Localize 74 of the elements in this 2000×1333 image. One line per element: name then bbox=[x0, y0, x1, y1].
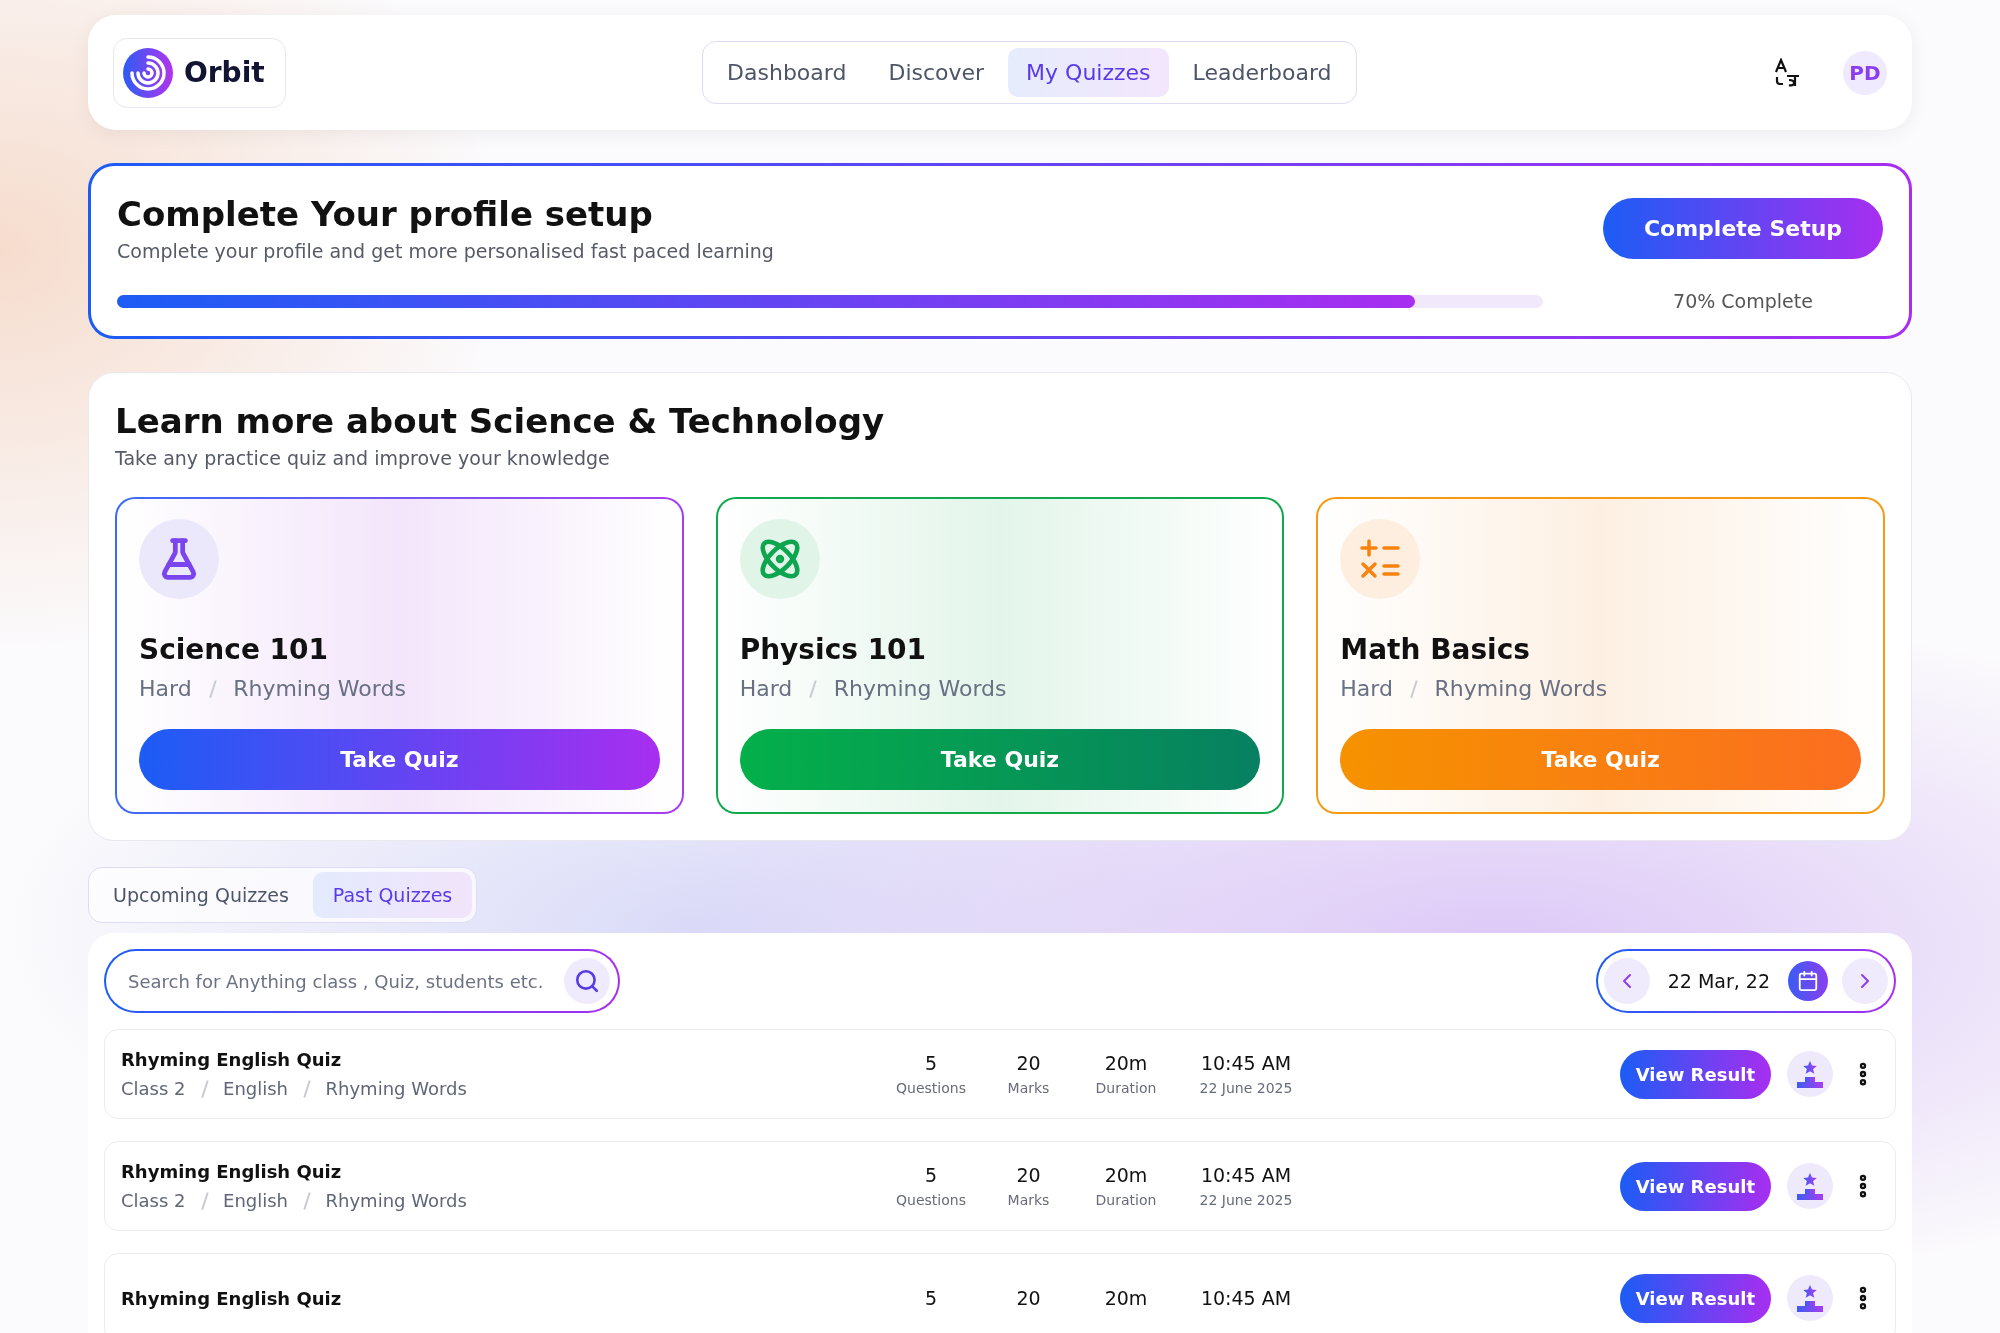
quiz-tab[interactable]: Past Quizzes bbox=[312, 872, 473, 918]
quiz-row-title: Rhyming English Quiz bbox=[121, 1049, 342, 1070]
stat-value: 5 bbox=[924, 1052, 938, 1074]
avatar[interactable]: PD bbox=[1843, 50, 1887, 95]
chevron-right-icon[interactable] bbox=[1842, 958, 1888, 1004]
stat-label: Duration bbox=[1095, 1192, 1157, 1208]
stat-value: 20 bbox=[1016, 1164, 1041, 1186]
stat-label: Questions bbox=[896, 1192, 966, 1208]
quiz-tab[interactable]: Upcoming Quizzes bbox=[93, 872, 309, 918]
difficulty-label: Hard bbox=[739, 676, 793, 701]
take-quiz-button[interactable]: Take Quiz bbox=[139, 729, 660, 790]
date-text: 22 Mar, 22 bbox=[1667, 970, 1770, 992]
quiz-row[interactable]: Rhyming English Quiz Class 2 English Rhyming Words 5 Questions 20 Marks 20m Duration 10:45 AM 22 June 2025 View Result bbox=[104, 1029, 1896, 1119]
logo[interactable]: Orbit bbox=[113, 37, 286, 108]
nav-tab[interactable]: Leaderboard bbox=[1174, 48, 1350, 97]
meta-label: Class 2 bbox=[121, 1078, 186, 1099]
stat-value: 20 bbox=[1016, 1287, 1041, 1309]
stat-value: 5 bbox=[924, 1164, 938, 1186]
leaderboard-button[interactable] bbox=[1787, 1275, 1833, 1321]
math-symbols-icon bbox=[1359, 538, 1402, 580]
podium-star-icon bbox=[1795, 1059, 1825, 1089]
meta-label: Class 2 bbox=[121, 1190, 186, 1211]
quiz-title: Physics 101 bbox=[739, 633, 928, 666]
nav-tab[interactable]: My Quizzes bbox=[1008, 48, 1169, 97]
stat-value: 10:45 AM bbox=[1200, 1287, 1292, 1309]
leaderboard-button[interactable] bbox=[1787, 1163, 1833, 1209]
stat-label: Questions bbox=[896, 1080, 966, 1096]
leaderboard-button[interactable] bbox=[1787, 1051, 1833, 1097]
stat-label: 22 June 2025 bbox=[1199, 1080, 1293, 1096]
topic-label: Rhyming Words bbox=[833, 676, 1007, 701]
stat-value: 20m bbox=[1104, 1052, 1148, 1074]
chevron-left-icon[interactable] bbox=[1603, 958, 1650, 1004]
stat-value: 5 bbox=[924, 1287, 938, 1309]
quiz-row[interactable]: Rhyming English Quiz Class 2 English Rhyming Words 5 Questions 20 Marks 20m Duration 10:45 AM 22 June 2025 View Result bbox=[104, 1141, 1896, 1231]
stat-value: 10:45 AM bbox=[1200, 1052, 1292, 1074]
stat-label: Marks bbox=[1007, 1080, 1050, 1096]
section-title: Learn more about Science & Technology bbox=[115, 401, 886, 441]
topic-label: Rhyming Words bbox=[233, 676, 406, 701]
meta-label: English bbox=[223, 1190, 289, 1211]
calendar-icon[interactable] bbox=[1788, 961, 1828, 1001]
take-quiz-button[interactable]: Take Quiz bbox=[739, 729, 1261, 790]
logo-text: Orbit bbox=[184, 56, 265, 89]
stat-value: 20m bbox=[1104, 1287, 1148, 1309]
meta-label: Rhyming Words bbox=[325, 1078, 467, 1099]
difficulty-label: Hard bbox=[139, 676, 192, 701]
stat-value: 20 bbox=[1016, 1052, 1041, 1074]
progress-reading: 70% Complete bbox=[1672, 290, 1814, 312]
spiral-logo-icon bbox=[122, 46, 174, 99]
search-icon[interactable] bbox=[564, 958, 610, 1004]
view-result-button[interactable]: View Result bbox=[1619, 1049, 1771, 1099]
difficulty-label: Hard bbox=[1340, 676, 1393, 701]
stat-label: Duration bbox=[1095, 1080, 1157, 1096]
stat-value: 20m bbox=[1104, 1164, 1148, 1186]
meta-label: English bbox=[223, 1078, 289, 1099]
podium-star-icon bbox=[1795, 1283, 1825, 1313]
search-field[interactable]: Search for Anything class , Quiz, students etc. bbox=[104, 949, 620, 1013]
quiz-title: Science 101 bbox=[139, 633, 330, 666]
podium-star-icon bbox=[1795, 1171, 1825, 1201]
quiz-row-title: Rhyming English Quiz bbox=[121, 1161, 342, 1182]
stat-label: Marks bbox=[1007, 1192, 1050, 1208]
nav-tab[interactable]: Discover bbox=[870, 48, 1003, 97]
view-result-button[interactable]: View Result bbox=[1619, 1161, 1771, 1211]
stat-value: 10:45 AM bbox=[1200, 1164, 1292, 1186]
profile-subtitle: Complete your profile and get more personalised fast paced learning bbox=[117, 240, 775, 262]
meta-label: Rhyming Words bbox=[325, 1190, 467, 1211]
view-result-button[interactable]: View Result bbox=[1619, 1273, 1771, 1323]
section-subtitle: Take any practice quiz and improve your knowledge bbox=[115, 447, 611, 469]
quiz-row-title: Rhyming English Quiz bbox=[121, 1287, 342, 1309]
profile-title: Complete Your profile setup bbox=[117, 194, 654, 234]
complete-setup-button[interactable]: Complete Setup bbox=[1603, 197, 1883, 259]
stat-label: 22 June 2025 bbox=[1199, 1192, 1293, 1208]
nav-tab[interactable]: Dashboard bbox=[709, 48, 865, 97]
quiz-title: Math Basics bbox=[1340, 633, 1531, 666]
topic-label: Rhyming Words bbox=[1434, 676, 1608, 701]
